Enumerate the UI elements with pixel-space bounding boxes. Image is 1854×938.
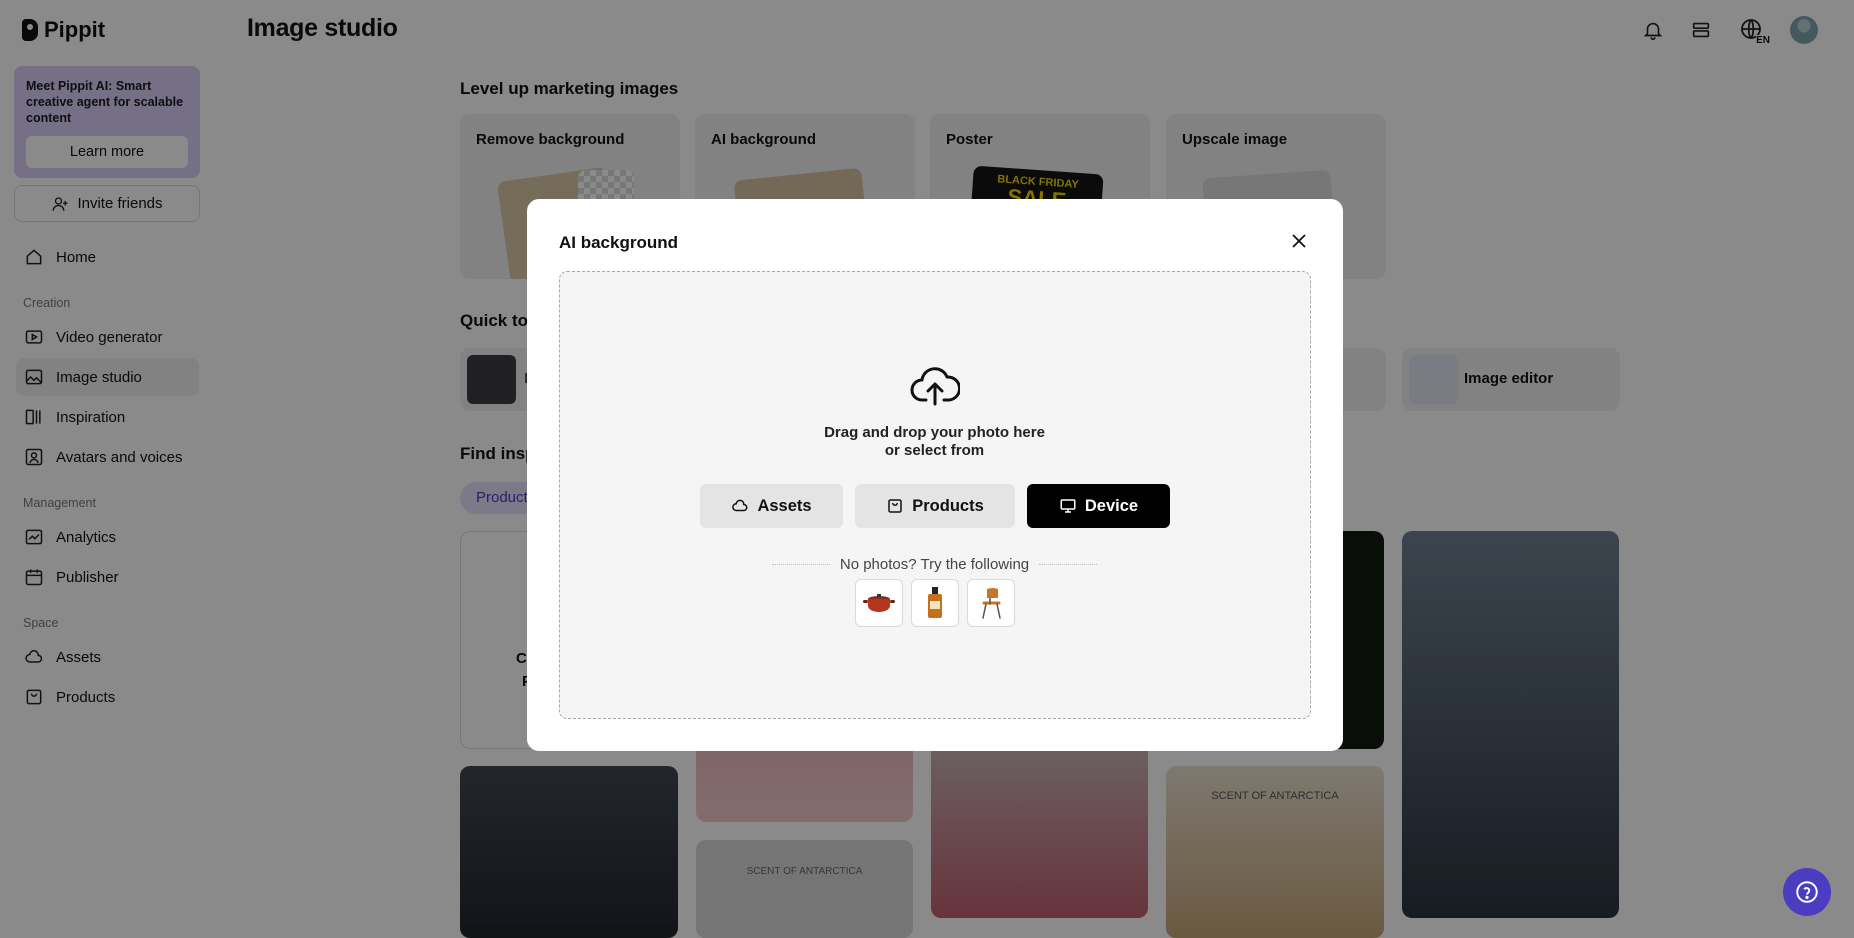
sample-images xyxy=(855,579,1015,627)
dropzone-instructions: Drag and drop your photo here or select … xyxy=(560,424,1309,460)
divider xyxy=(771,564,830,565)
cloud-upload-icon xyxy=(910,367,960,406)
products-button[interactable]: Products xyxy=(855,484,1015,528)
dialog-title: AI background xyxy=(559,233,679,252)
chair-icon xyxy=(982,588,1001,619)
sample-prompt-row: No photos? Try the following xyxy=(560,556,1309,573)
sample-bottle[interactable] xyxy=(911,579,959,627)
device-button[interactable]: Device xyxy=(1027,484,1170,528)
divider xyxy=(1039,564,1098,565)
product-box-icon xyxy=(888,499,902,513)
pot-icon xyxy=(863,594,895,612)
drop-line-1: Drag and drop your photo here xyxy=(824,424,1045,441)
drop-line-2: or select from xyxy=(884,442,985,459)
products-button-label: Products xyxy=(912,496,984,515)
help-question-icon xyxy=(1796,881,1818,903)
sample-chair[interactable] xyxy=(967,579,1015,627)
assets-button[interactable]: Assets xyxy=(700,484,843,528)
photo-dropzone[interactable]: Drag and drop your photo here or select … xyxy=(559,271,1311,719)
ai-background-dialog: AI background Drag and drop your photo h… xyxy=(527,199,1343,751)
bottle-icon xyxy=(928,587,942,618)
assets-button-label: Assets xyxy=(757,496,812,515)
help-button[interactable] xyxy=(1783,868,1831,916)
close-icon[interactable] xyxy=(1287,229,1311,253)
try-following-text: No photos? Try the following xyxy=(839,556,1030,573)
cloud-icon xyxy=(732,499,748,512)
sample-pot[interactable] xyxy=(855,579,903,627)
monitor-icon xyxy=(1060,499,1076,513)
device-button-label: Device xyxy=(1084,496,1139,515)
